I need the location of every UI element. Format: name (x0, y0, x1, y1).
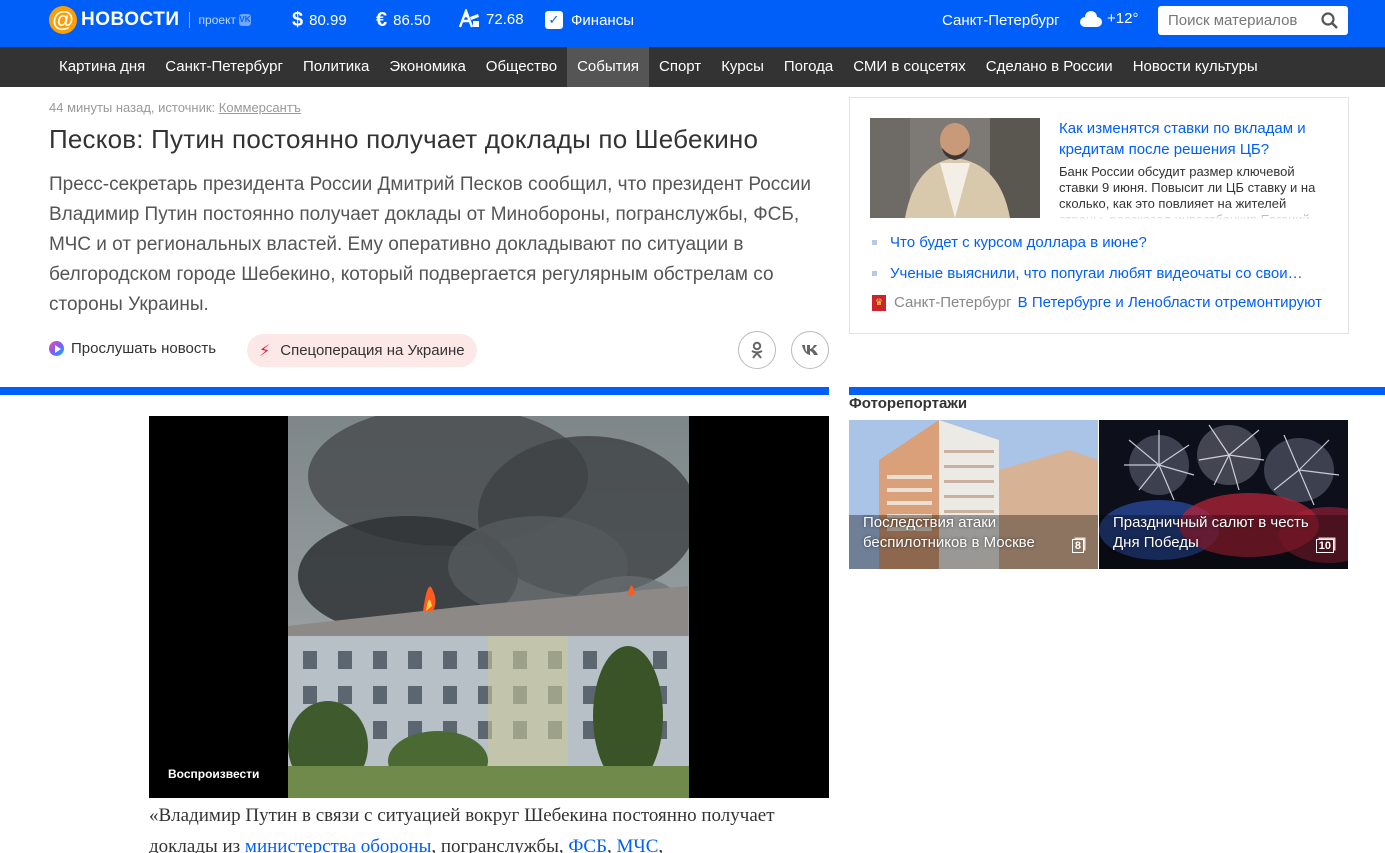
article-lead: Пресс-секретарь президента России Дмитри… (49, 174, 811, 315)
share-vk-button[interactable] (791, 331, 829, 369)
link-mchs[interactable]: МЧС (617, 836, 659, 853)
news-item-parrots[interactable]: Ученые выяснили, что попугаи любят видео… (872, 265, 1303, 282)
body-text-4: , (658, 836, 664, 853)
photo-count-badge: 10 (1315, 539, 1334, 553)
news-item-text: Что будет с курсом доллара в июне? (890, 234, 1147, 251)
nav-item-society[interactable]: Общество (476, 47, 567, 87)
logo[interactable]: @ НОВОСТИ проект VK (49, 6, 251, 34)
euro-icon: € (376, 9, 388, 31)
city-selector[interactable]: Санкт-Петербург (942, 12, 1060, 29)
eur-value: 86.50 (393, 12, 431, 29)
nav-item-culture[interactable]: Новости культуры (1123, 47, 1268, 87)
article-title: Песков: Путин постоянно получает доклады… (49, 124, 759, 154)
divider-gap (829, 387, 849, 395)
region-news[interactable]: ♛ Санкт-Петербург В Петербурге и Ленобла… (872, 294, 1342, 311)
oil-rig-icon (458, 9, 479, 28)
search-input[interactable] (1168, 12, 1318, 29)
spb-flag-icon: ♛ (872, 294, 886, 311)
nav-item-social-media[interactable]: СМИ в соцсетях (843, 47, 976, 87)
person-photo (870, 118, 1040, 218)
listen-button[interactable]: Прослушать новость (49, 340, 216, 357)
article-body: «Владимир Путин в связи с ситуацией вокр… (149, 800, 839, 853)
link-fsb[interactable]: ФСБ (568, 836, 607, 853)
body-text-3: , (607, 836, 617, 853)
photo-reports-title: Фоторепортажи (849, 395, 968, 412)
at-logo-icon: @ (49, 6, 77, 34)
video-frame (288, 416, 689, 798)
vk-icon (802, 345, 818, 355)
photo-count-badge: 8 (1071, 539, 1084, 553)
video-player[interactable]: Воспроизвести (149, 416, 829, 798)
photo-report-card[interactable]: Последствия атаки беспилотников в Москве… (849, 420, 1098, 569)
nav-item-kartina-dnya[interactable]: Картина дня (49, 47, 155, 87)
nav-item-weather[interactable]: Погода (774, 47, 843, 87)
nav-item-events[interactable]: События (567, 47, 649, 87)
blue-divider (0, 387, 1385, 395)
search-box (1158, 6, 1348, 35)
listen-label: Прослушать новость (71, 340, 217, 357)
related-news-widget: Как изменятся ставки по вкладам и кредит… (849, 97, 1349, 334)
main-nav: Картина дня Санкт-Петербург Политика Эко… (0, 47, 1385, 87)
finance-label: Финансы (571, 11, 634, 29)
body-text-2: , погранслужбы, (431, 836, 569, 853)
nav-item-economy[interactable]: Экономика (379, 47, 475, 87)
top-bar: @ НОВОСТИ проект VK $ 80.99 € 86.50 72.68… (0, 0, 1385, 47)
play-icon (49, 341, 64, 356)
check-icon: ✓ (545, 11, 563, 29)
logo-separator (188, 12, 190, 28)
odnoklassniki-icon (751, 341, 763, 359)
photo-caption: Последствия атаки беспилотников в Москве (863, 514, 1035, 551)
dollar-icon: $ (292, 9, 304, 31)
article-meta: 44 минуты назад, источник: Коммерсантъ (49, 100, 301, 115)
usd-value: 80.99 (309, 12, 347, 29)
region-news-link[interactable]: В Петербурге и Ленобласти отремонтируют (1018, 294, 1322, 311)
project-label: проект VK (199, 13, 251, 27)
nav-item-made-in-russia[interactable]: Сделано в России (976, 47, 1123, 87)
project-text: проект (198, 13, 236, 27)
vk-icon: VK (238, 14, 251, 26)
cloud-icon (1080, 10, 1102, 27)
finance-link[interactable]: ✓ Финансы (545, 11, 634, 29)
eur-rate[interactable]: € 86.50 (376, 9, 431, 32)
usd-rate[interactable]: $ 80.99 (292, 9, 347, 32)
photo-caption: Праздничный салют в честь Дня Победы (1113, 514, 1309, 551)
nav-item-politics[interactable]: Политика (293, 47, 379, 87)
nav-item-sport[interactable]: Спорт (649, 47, 711, 87)
nav-item-spb[interactable]: Санкт-Петербург (155, 47, 293, 87)
news-thumbnail[interactable] (870, 118, 1040, 218)
news-item-text: Ученые выяснили, что попугаи любят видео… (890, 265, 1303, 282)
main-news-link[interactable]: Как изменятся ставки по вкладам и кредит… (1059, 118, 1339, 160)
weather-widget[interactable]: +12° (1080, 10, 1138, 27)
oil-rate[interactable]: 72.68 (458, 9, 524, 29)
play-label[interactable]: Воспроизвести (168, 767, 259, 781)
link-ministry-of-defense[interactable]: министерства обороны (245, 836, 431, 853)
share-ok-button[interactable] (738, 331, 776, 369)
article-time: 44 минуты назад, источник: (49, 100, 219, 115)
search-icon[interactable] (1321, 12, 1338, 29)
tag-label: Спецоперация на Украине (280, 342, 465, 359)
desc-fade (1059, 206, 1334, 220)
article-source-link[interactable]: Коммерсантъ (219, 100, 301, 115)
photo-report-card[interactable]: Праздничный салют в честь Дня Победы 10 (1099, 420, 1348, 569)
video-still-image (288, 416, 689, 798)
lightning-icon: ⚡ (259, 342, 271, 360)
logo-text: НОВОСТИ (81, 9, 180, 30)
tag-special-operation[interactable]: ⚡ Спецоперация на Украине (247, 334, 477, 367)
region-name: Санкт-Петербург (894, 294, 1012, 311)
news-item-dollar[interactable]: Что будет с курсом доллара в июне? (872, 234, 1147, 251)
temperature: +12° (1107, 10, 1139, 27)
oil-value: 72.68 (486, 10, 524, 28)
nav-item-rates[interactable]: Курсы (711, 47, 774, 87)
bullet-icon (872, 240, 877, 245)
bullet-icon (872, 271, 877, 276)
